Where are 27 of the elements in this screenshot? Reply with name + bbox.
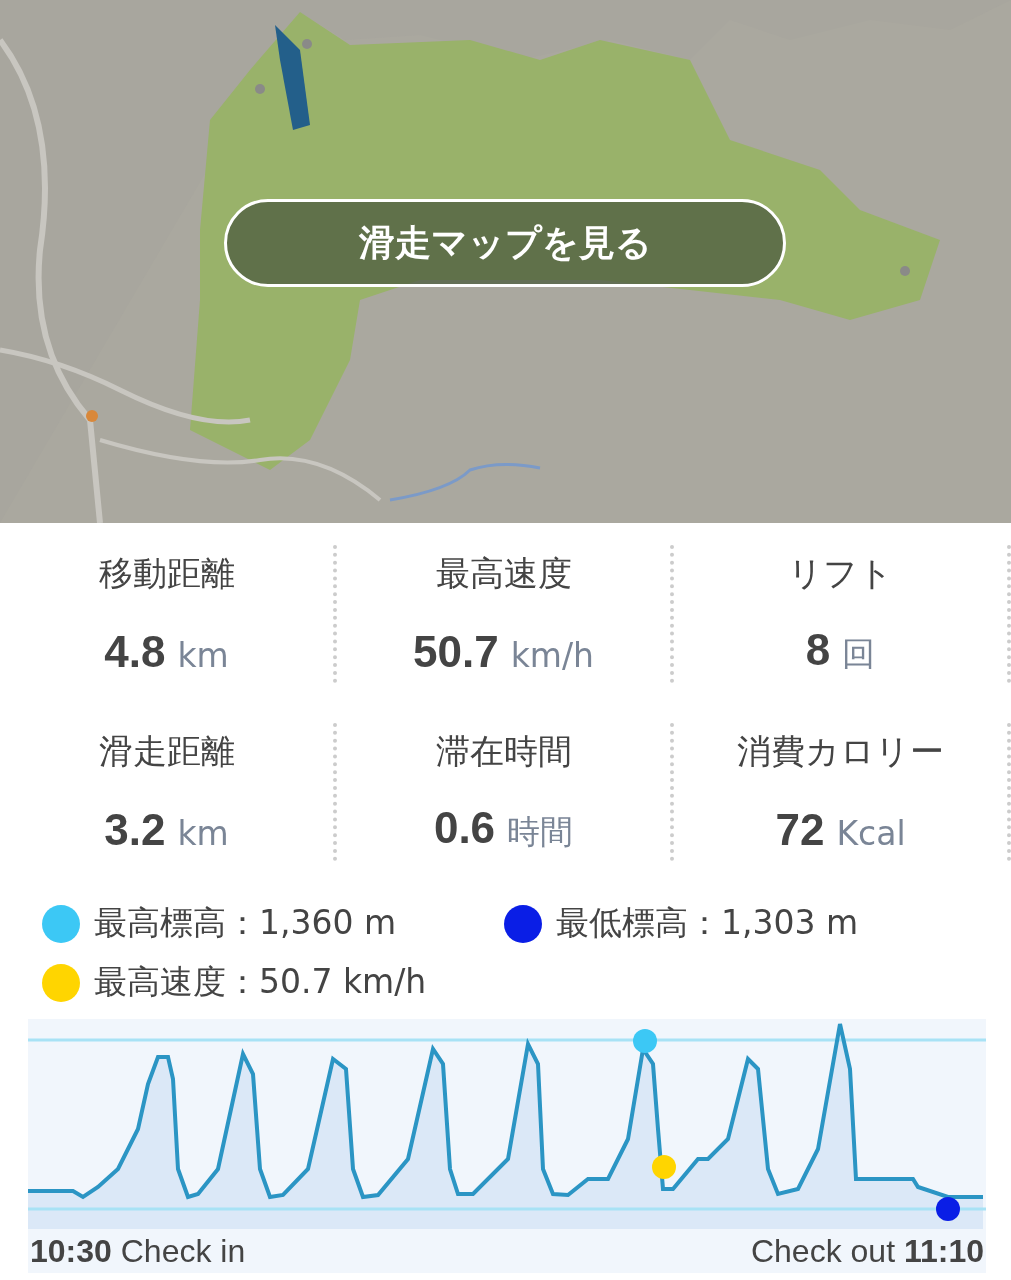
check-out-time: Check out 11:10: [750, 1232, 984, 1270]
stat-label: 最高速度: [435, 552, 572, 595]
stat-label: リフト: [788, 552, 893, 595]
stat-unit: 時間: [507, 811, 574, 853]
legend-label: 最低標高：1,303 m: [556, 902, 859, 944]
stat-unit: 回: [842, 633, 876, 675]
stat-value: 3.2: [104, 805, 166, 855]
max-elevation-marker: [633, 1029, 657, 1053]
stat-value: 72: [775, 805, 825, 855]
stat-unit: km/h: [510, 636, 594, 675]
stat-value: 4.8: [104, 627, 166, 677]
stat-value: 0.6: [433, 803, 496, 853]
check-in-time: 10:30 Check in: [30, 1232, 246, 1270]
stat-value: 8: [805, 625, 831, 675]
stat-unit: km: [177, 814, 229, 853]
stat-label: 滞在時間: [435, 730, 572, 773]
stat-value: 50.7: [413, 627, 499, 677]
stat-unit: km: [177, 636, 229, 675]
stat-label: 移動距離: [98, 552, 235, 595]
stat-unit: Kcal: [836, 814, 906, 853]
legend-label: 最高速度：50.7 km/h: [94, 961, 427, 1003]
min-elevation-marker: [936, 1197, 960, 1221]
stat-label: 消費カロリー: [737, 730, 944, 773]
max-speed-marker: [652, 1155, 676, 1179]
stat-label: 滑走距離: [98, 730, 235, 773]
view-map-button[interactable]: 滑走マップを見る: [224, 199, 786, 287]
legend-label: 最高標高：1,360 m: [94, 902, 397, 944]
